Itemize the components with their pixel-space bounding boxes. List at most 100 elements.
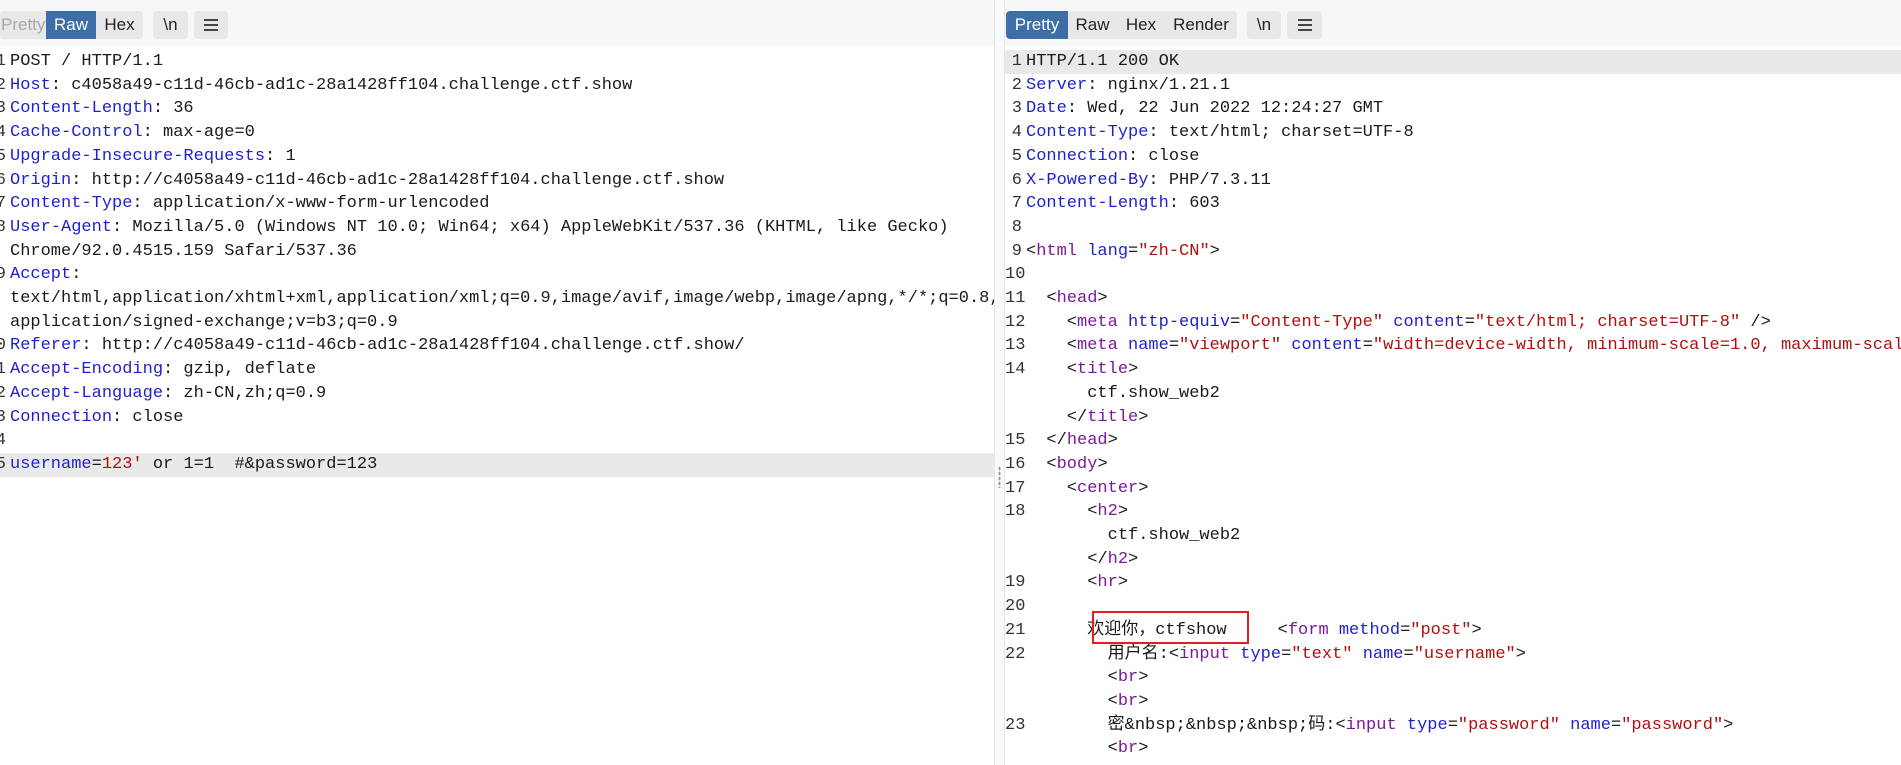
code-line: 17 <center>	[1005, 477, 1901, 501]
token: Accept-Language	[10, 383, 164, 403]
token: : Wed, 22 Jun 2022 12:24:27 GMT	[1066, 99, 1384, 119]
line-text: HTTP/1.1 200 OK	[1026, 50, 1901, 74]
code-line: </title>	[1005, 406, 1901, 430]
line-text: Connection: close	[10, 406, 994, 430]
token: name	[1570, 715, 1611, 735]
code-line: text/html,application/xhtml+xml,applicat…	[0, 287, 994, 311]
line-number	[1005, 524, 1026, 548]
code-line: 19 <hr>	[1005, 571, 1901, 595]
line-number: 4	[0, 123, 6, 143]
line-number: 1	[1011, 52, 1022, 71]
code-line: 9 <html lang="zh-CN">	[1005, 240, 1901, 264]
line-text: Chrome/92.0.4515.159 Safari/537.36	[10, 240, 994, 264]
token: =	[1464, 312, 1475, 332]
line-text: Content-Length: 603	[1026, 192, 1901, 216]
request-view-tabs: Pretty Raw Hex	[0, 11, 143, 39]
token: 密&nbsp;&nbsp;&nbsp;码:<	[1026, 715, 1346, 735]
token: Server	[1026, 75, 1088, 95]
line-text: <hr>	[1026, 571, 1901, 595]
line-number: 5	[0, 146, 6, 166]
splitter-grip-icon[interactable]	[998, 466, 1001, 488]
request-tab-pretty[interactable]: Pretty	[0, 11, 46, 39]
line-text: X-Powered-By: PHP/7.3.11	[1026, 169, 1901, 193]
request-tab-raw[interactable]: Raw	[46, 11, 96, 39]
line-number	[1005, 666, 1026, 690]
line-text: Host: c4058a49-c11d-46cb-ad1c-28a1428ff1…	[10, 74, 994, 98]
line-text: Content-Type: text/html; charset=UTF-8	[1026, 121, 1901, 145]
token: head	[1056, 289, 1098, 309]
pane-splitter[interactable]	[994, 0, 1005, 765]
response-tab-render[interactable]: Render	[1165, 11, 1237, 39]
response-menu-button[interactable]	[1287, 11, 1322, 39]
token: input	[1179, 644, 1231, 664]
line-text: Connection: close	[1026, 145, 1901, 169]
code-line: 2 Host: c4058a49-c11d-46cb-ad1c-28a1428ff…	[0, 74, 994, 98]
request-menu-button[interactable]	[194, 11, 228, 39]
request-code-area[interactable]: 1 POST / HTTP/1.1 2 Host: c4058a49-c11d-46c…	[0, 50, 994, 477]
response-view-tabs: Pretty Raw Hex Render	[1006, 11, 1237, 39]
line-number: 3	[1011, 99, 1022, 119]
token: : 1	[265, 146, 296, 166]
line-number	[0, 311, 10, 335]
line-number: 8	[0, 217, 6, 237]
line-number: 14	[1005, 360, 1026, 380]
token: Content-Type	[10, 194, 133, 214]
code-line: 5 username=123' or 1=1 #&password=123	[0, 452, 994, 477]
token: Upgrade-Insecure-Requests	[10, 146, 266, 166]
token: <	[1026, 336, 1078, 356]
code-line: 9 Accept:	[0, 263, 994, 287]
request-newline-toggle[interactable]: \n	[153, 11, 188, 39]
token: text/html,application/xhtml+xml,applicat…	[10, 289, 994, 309]
code-line: 0 Referer: http://c4058a49-c11d-46cb-ad1c…	[0, 334, 994, 358]
line-number: 12	[1005, 312, 1026, 332]
token: >	[1209, 241, 1220, 261]
line-number: 3	[0, 99, 6, 119]
line-text: text/html,application/xhtml+xml,applicat…	[10, 287, 994, 311]
token: Content-Type	[1026, 123, 1149, 143]
response-tab-hex[interactable]: Hex	[1117, 11, 1165, 39]
code-line: 22 用户名:<input type="text" name="username…	[1005, 643, 1901, 667]
code-line: 4 Content-Type: text/html; charset=UTF-8	[1005, 121, 1901, 145]
token: >	[1471, 620, 1482, 640]
token: : http://c4058a49-c11d-46cb-ad1c-28a1428…	[71, 170, 725, 190]
token: "zh-CN"	[1138, 241, 1210, 261]
code-line: 8	[1005, 216, 1901, 240]
token: Accept	[10, 265, 72, 285]
token: : text/html; charset=UTF-8	[1148, 123, 1414, 143]
line-text: Cache-Control: max-age=0	[10, 121, 994, 145]
line-number: 5	[1011, 146, 1022, 166]
token: : 36	[152, 99, 194, 119]
token: : PHP/7.3.11	[1148, 170, 1271, 190]
token: : close	[1128, 146, 1200, 166]
token: "password"	[1457, 715, 1560, 735]
token: content	[1291, 336, 1363, 356]
code-line: 12 <meta http-equiv="Content-Type" conte…	[1005, 311, 1901, 335]
line-text: application/signed-exchange;v=b3;q=0.9	[10, 311, 994, 335]
line-number	[0, 240, 10, 264]
line-number	[1005, 382, 1026, 406]
token: meta	[1077, 336, 1118, 356]
response-newline-toggle[interactable]: \n	[1247, 11, 1281, 39]
response-code-area[interactable]: 1 HTTP/1.1 200 OK 2 Server: nginx/1.21.1 3 Da…	[1005, 50, 1901, 761]
line-text: <html lang="zh-CN">	[1026, 240, 1901, 264]
line-text: Accept-Encoding: gzip, deflate	[10, 358, 994, 382]
line-number: 1	[0, 52, 6, 71]
response-tab-raw[interactable]: Raw	[1068, 11, 1117, 39]
token: >	[1097, 289, 1108, 309]
token: : http://c4058a49-c11d-46cb-ad1c-28a1428…	[81, 336, 745, 356]
line-number	[1005, 737, 1026, 761]
line-number: 4	[1011, 123, 1022, 143]
line-number: 2	[0, 75, 6, 95]
code-line: Chrome/92.0.4515.159 Safari/537.36	[0, 240, 994, 264]
line-number: 15	[1005, 431, 1026, 451]
token: =	[1230, 312, 1241, 332]
request-tab-hex[interactable]: Hex	[96, 11, 143, 39]
line-text: ctf.show_web2	[1026, 524, 1901, 548]
line-number: 9	[0, 265, 6, 285]
request-toolbar: Pretty Raw Hex \n	[0, 0, 994, 46]
response-tab-pretty[interactable]: Pretty	[1006, 11, 1068, 39]
